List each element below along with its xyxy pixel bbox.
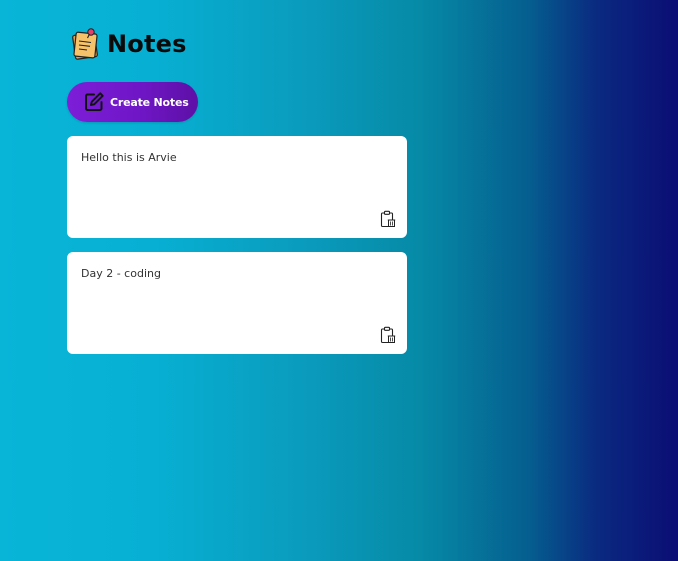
sticky-note-icon xyxy=(72,28,98,60)
notes-list: Hello this is Arvie Day 2 - coding xyxy=(67,136,407,368)
edit-icon xyxy=(85,92,104,111)
clipboard-delete-icon xyxy=(380,210,396,228)
note-text[interactable]: Hello this is Arvie xyxy=(81,150,367,208)
clipboard-delete-icon xyxy=(380,326,396,344)
delete-note-button[interactable] xyxy=(380,210,396,228)
create-notes-label: Create Notes xyxy=(110,95,189,109)
note-card: Hello this is Arvie xyxy=(67,136,407,238)
note-text[interactable]: Day 2 - coding xyxy=(81,266,367,324)
page-title: Notes xyxy=(107,30,187,58)
create-notes-button[interactable]: Create Notes xyxy=(67,82,198,122)
note-card: Day 2 - coding xyxy=(67,252,407,354)
app-header: Notes xyxy=(70,26,187,62)
delete-note-button[interactable] xyxy=(380,326,396,344)
